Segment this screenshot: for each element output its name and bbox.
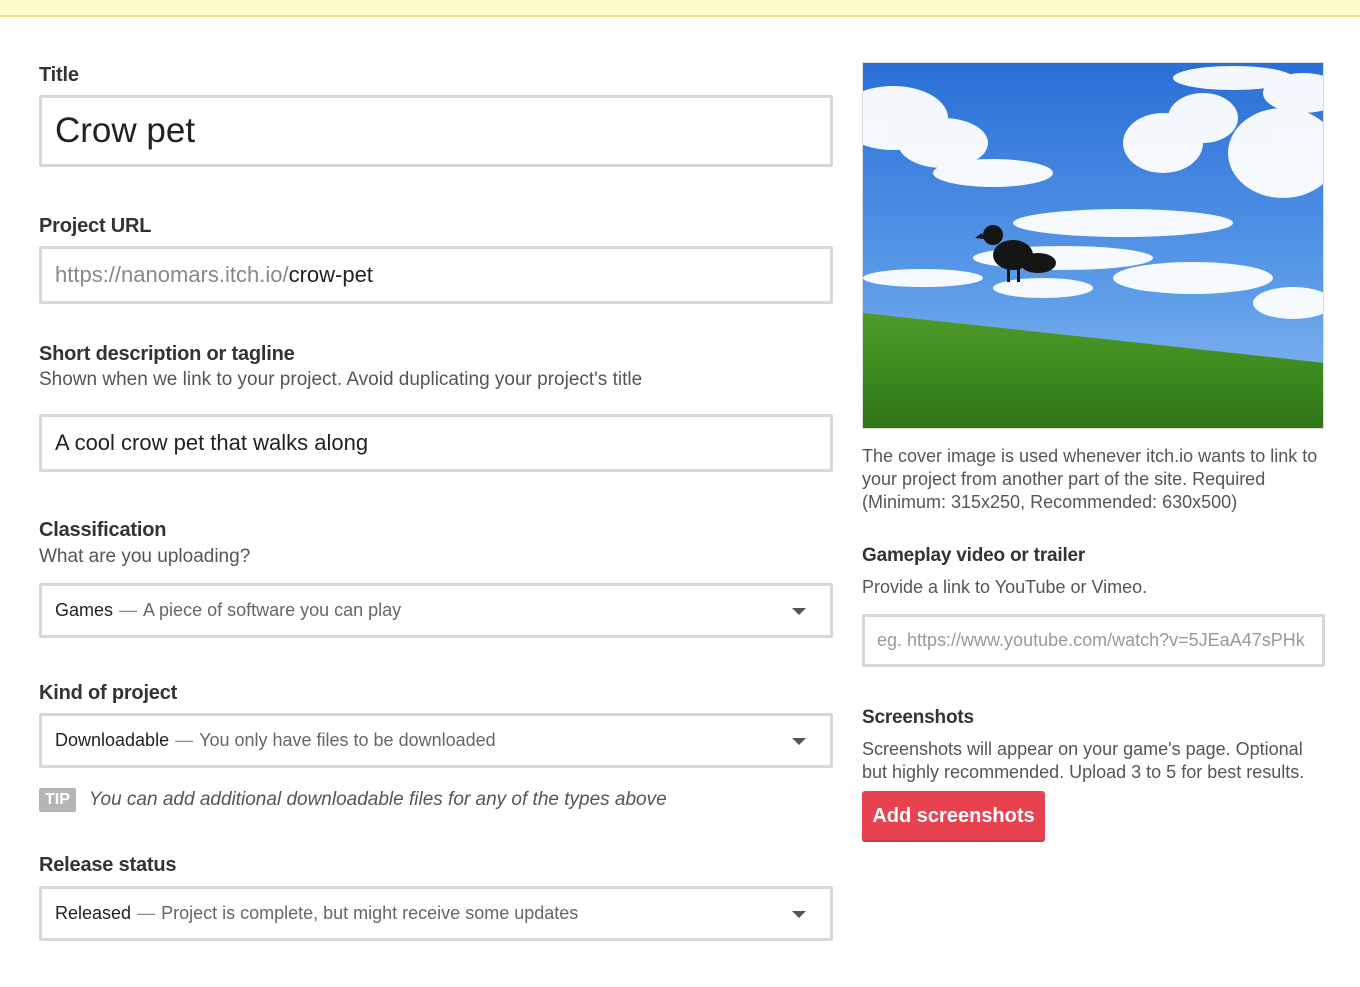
separator: —	[119, 600, 138, 620]
classification-selected: Games	[55, 600, 114, 620]
video-url-placeholder: eg. https://www.youtube.com/watch?v=5JEa…	[877, 630, 1305, 650]
title-label: Title	[39, 64, 79, 86]
release-desc: Project is complete, but might receive s…	[161, 903, 579, 923]
tagline-input[interactable]: A cool crow pet that walks along	[39, 414, 833, 472]
kind-select[interactable]: Downloadable — You only have files to be…	[39, 713, 833, 768]
tagline-help: Shown when we link to your project. Avoi…	[39, 369, 643, 390]
cover-image[interactable]	[862, 62, 1324, 429]
tip-text: You can add additional downloadable file…	[88, 789, 667, 810]
project-url-input[interactable]: https://nanomars.itch.io/crow-pet	[39, 246, 833, 304]
chevron-down-icon	[792, 910, 806, 918]
kind-selected: Downloadable	[55, 730, 170, 750]
screenshots-label: Screenshots	[862, 707, 974, 728]
release-selected: Released	[55, 903, 132, 923]
project-url-label: Project URL	[39, 215, 152, 237]
release-select[interactable]: Released — Project is complete, but migh…	[39, 886, 833, 941]
video-url-input[interactable]: eg. https://www.youtube.com/watch?v=5JEa…	[862, 614, 1325, 667]
add-screenshots-button[interactable]: Add screenshots	[862, 791, 1045, 842]
classification-help: What are you uploading?	[39, 546, 251, 567]
classification-desc: A piece of software you can play	[143, 600, 402, 620]
classification-label: Classification	[39, 519, 167, 541]
classification-select[interactable]: Games — A piece of software you can play	[39, 583, 833, 638]
kind-desc: You only have files to be downloaded	[199, 730, 496, 750]
video-help: Provide a link to YouTube or Vimeo.	[862, 577, 1148, 597]
chevron-down-icon	[792, 607, 806, 615]
separator: —	[137, 903, 156, 923]
tip: TIP You can add additional downloadable …	[39, 788, 667, 812]
tip-badge: TIP	[39, 788, 76, 812]
notice-bar	[0, 0, 1360, 17]
video-label: Gameplay video or trailer	[862, 545, 1086, 566]
tagline-input-value: A cool crow pet that walks along	[55, 430, 369, 455]
tagline-label: Short description or tagline	[39, 343, 295, 365]
chevron-down-icon	[792, 737, 806, 745]
url-prefix: https://nanomars.itch.io/	[55, 262, 289, 287]
release-label: Release status	[39, 854, 177, 876]
screenshots-help: Screenshots will appear on your game's p…	[862, 739, 1305, 782]
separator: —	[175, 730, 194, 750]
title-input[interactable]: Crow pet	[39, 95, 833, 167]
title-input-value: Crow pet	[55, 111, 196, 150]
kind-label: Kind of project	[39, 682, 178, 704]
cover-help: The cover image is used whenever itch.io…	[862, 446, 1318, 512]
cover-image-art	[863, 63, 1323, 428]
url-slug: crow-pet	[288, 262, 373, 287]
